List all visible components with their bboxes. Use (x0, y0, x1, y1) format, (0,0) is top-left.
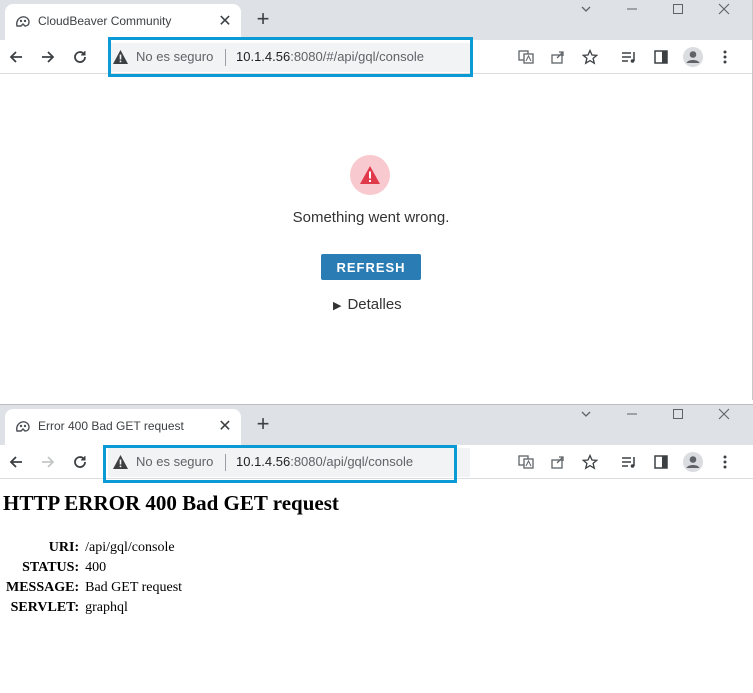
share-icon[interactable] (544, 43, 572, 71)
reading-list-icon[interactable] (615, 448, 643, 476)
back-arrow-icon[interactable] (2, 448, 30, 476)
reload-icon[interactable] (66, 448, 94, 476)
browser-toolbar: No es seguro 10.1.4.56:8080/api/gql/cons… (0, 445, 753, 479)
profile-avatar-icon[interactable] (679, 448, 707, 476)
tab-cloudbeaver[interactable]: CloudBeaver Community ✕ (5, 4, 241, 40)
menu-kebab-icon[interactable] (711, 448, 739, 476)
tab-strip: CloudBeaver Community ✕ + (0, 0, 752, 40)
url-text[interactable]: 10.1.4.56:8080/api/gql/console (236, 454, 413, 469)
tab-search-icon[interactable] (563, 0, 609, 24)
table-row: STATUS: 400 (5, 559, 185, 577)
back-arrow-icon[interactable] (2, 43, 30, 71)
tab-title: CloudBeaver Community (38, 14, 172, 28)
omnibox-divider (225, 49, 226, 66)
new-tab-button[interactable]: + (251, 8, 275, 32)
forward-arrow-icon[interactable] (34, 448, 62, 476)
not-secure-warning-icon[interactable] (112, 49, 130, 65)
maximize-icon[interactable] (655, 405, 701, 429)
not-secure-warning-icon[interactable] (112, 454, 130, 470)
profile-avatar-icon[interactable] (679, 43, 707, 71)
side-panel-icon[interactable] (647, 43, 675, 71)
tab-title: Error 400 Bad GET request (38, 419, 184, 433)
row-value: /api/gql/console (85, 540, 175, 555)
browser-toolbar: No es seguro 10.1.4.56:8080/#/api/gql/co… (0, 40, 752, 74)
row-value: Bad GET request (85, 580, 183, 595)
close-tab-icon[interactable]: ✕ (215, 417, 235, 437)
warning-triangle-icon (360, 166, 380, 184)
error-message: Something went wrong. (292, 209, 450, 226)
side-panel-icon[interactable] (647, 448, 675, 476)
row-label: STATUS: (22, 560, 80, 575)
new-tab-button[interactable]: + (251, 413, 275, 437)
disclosure-triangle-icon: ▶ (333, 300, 342, 312)
minimize-icon[interactable] (609, 0, 655, 24)
url-host: 10.1.4.56 (236, 49, 291, 64)
url-path: :8080/#/api/gql/console (290, 49, 424, 64)
close-window-icon[interactable] (701, 405, 747, 429)
row-label: URI: (48, 540, 80, 555)
details-label: Detalles (347, 296, 402, 313)
browser-window-error-400: Error 400 Bad GET request ✕ + No es segu… (0, 404, 753, 693)
row-label: SERVLET: (10, 600, 80, 615)
url-host: 10.1.4.56 (236, 454, 291, 469)
forward-arrow-icon[interactable] (34, 43, 62, 71)
row-label: MESSAGE: (6, 580, 80, 595)
row-value: graphql (85, 600, 128, 615)
bookmark-star-icon[interactable] (576, 448, 604, 476)
omnibox-divider (225, 454, 226, 471)
table-row: URI: /api/gql/console (5, 539, 185, 557)
minimize-icon[interactable] (609, 405, 655, 429)
security-status-label[interactable]: No es seguro (136, 49, 213, 64)
cloudbeaver-favicon-icon (15, 14, 31, 30)
cloudbeaver-favicon-icon (15, 419, 31, 435)
table-row: SERVLET: graphql (5, 599, 185, 617)
translate-icon[interactable] (512, 448, 540, 476)
security-status-label[interactable]: No es seguro (136, 454, 213, 469)
details-toggle[interactable]: ▶ Detalles (333, 296, 402, 313)
reading-list-icon[interactable] (615, 43, 643, 71)
share-icon[interactable] (544, 448, 572, 476)
url-text[interactable]: 10.1.4.56:8080/#/api/gql/console (236, 49, 424, 64)
tab-search-icon[interactable] (563, 405, 609, 429)
translate-icon[interactable] (512, 43, 540, 71)
address-bar[interactable]: No es seguro 10.1.4.56:8080/api/gql/cons… (108, 448, 470, 477)
row-value: 400 (85, 560, 107, 575)
browser-window-cloudbeaver: CloudBeaver Community ✕ + No es seguro 1… (0, 0, 753, 400)
reload-icon[interactable] (66, 43, 94, 71)
maximize-icon[interactable] (655, 0, 701, 24)
error-icon-badge (350, 155, 390, 195)
error-details-table: URI: /api/gql/console STATUS: 400 MESSAG… (3, 537, 187, 619)
url-path: :8080/api/gql/console (290, 454, 414, 469)
menu-kebab-icon[interactable] (711, 43, 739, 71)
close-window-icon[interactable] (701, 0, 747, 24)
tab-error-400[interactable]: Error 400 Bad GET request ✕ (5, 409, 241, 445)
tab-strip: Error 400 Bad GET request ✕ + (0, 405, 753, 445)
error-heading: HTTP ERROR 400 Bad GET request (3, 491, 339, 515)
table-row: MESSAGE: Bad GET request (5, 579, 185, 597)
close-tab-icon[interactable]: ✕ (215, 12, 235, 32)
address-bar[interactable]: No es seguro 10.1.4.56:8080/#/api/gql/co… (108, 43, 470, 72)
refresh-button[interactable]: REFRESH (321, 254, 421, 280)
bookmark-star-icon[interactable] (576, 43, 604, 71)
